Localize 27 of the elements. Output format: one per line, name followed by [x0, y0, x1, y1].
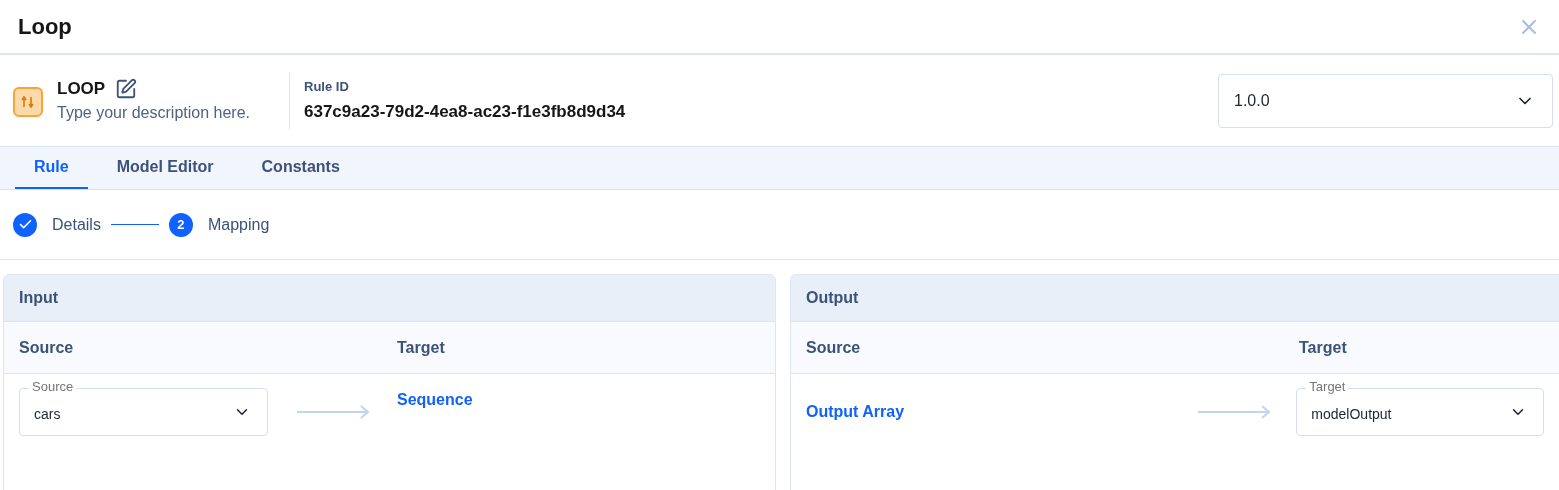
rule-id: 637c9a23-79d2-4ea8-ac23-f1e3fb8d9d34: [304, 100, 627, 123]
field-value: cars: [34, 404, 61, 424]
column-header: Source: [19, 337, 75, 358]
column-header: Target: [1299, 337, 1347, 358]
step-label: Details: [52, 214, 101, 235]
column-header: Target: [397, 337, 445, 358]
field-label: Target: [1306, 379, 1349, 395]
target-link[interactable]: Output Array: [806, 400, 905, 424]
target-link[interactable]: Sequence: [397, 388, 473, 412]
rule-name: LOOP: [57, 77, 106, 100]
rule-description: Type your description here.: [57, 103, 251, 124]
arrow-icon: [295, 405, 370, 419]
rule-id-label: Rule ID: [304, 78, 350, 96]
step-label: Mapping: [207, 214, 270, 235]
version-select[interactable]: 1.0.0: [1218, 73, 1553, 128]
step-indicator: 2: [168, 212, 193, 237]
panel-title: Input: [19, 288, 59, 308]
panel-title: Output: [806, 288, 859, 308]
window-title: Loop: [18, 13, 72, 41]
field-value: modelOutput: [1311, 404, 1392, 424]
tab[interactable]: Model Editor: [97, 147, 233, 189]
loop-icon: [13, 86, 43, 117]
tab[interactable]: Rule: [15, 147, 88, 189]
arrow-icon: [1196, 405, 1271, 419]
edit-icon[interactable]: [115, 77, 138, 100]
tab[interactable]: Constants: [242, 147, 359, 189]
column-header: Source: [806, 337, 862, 358]
